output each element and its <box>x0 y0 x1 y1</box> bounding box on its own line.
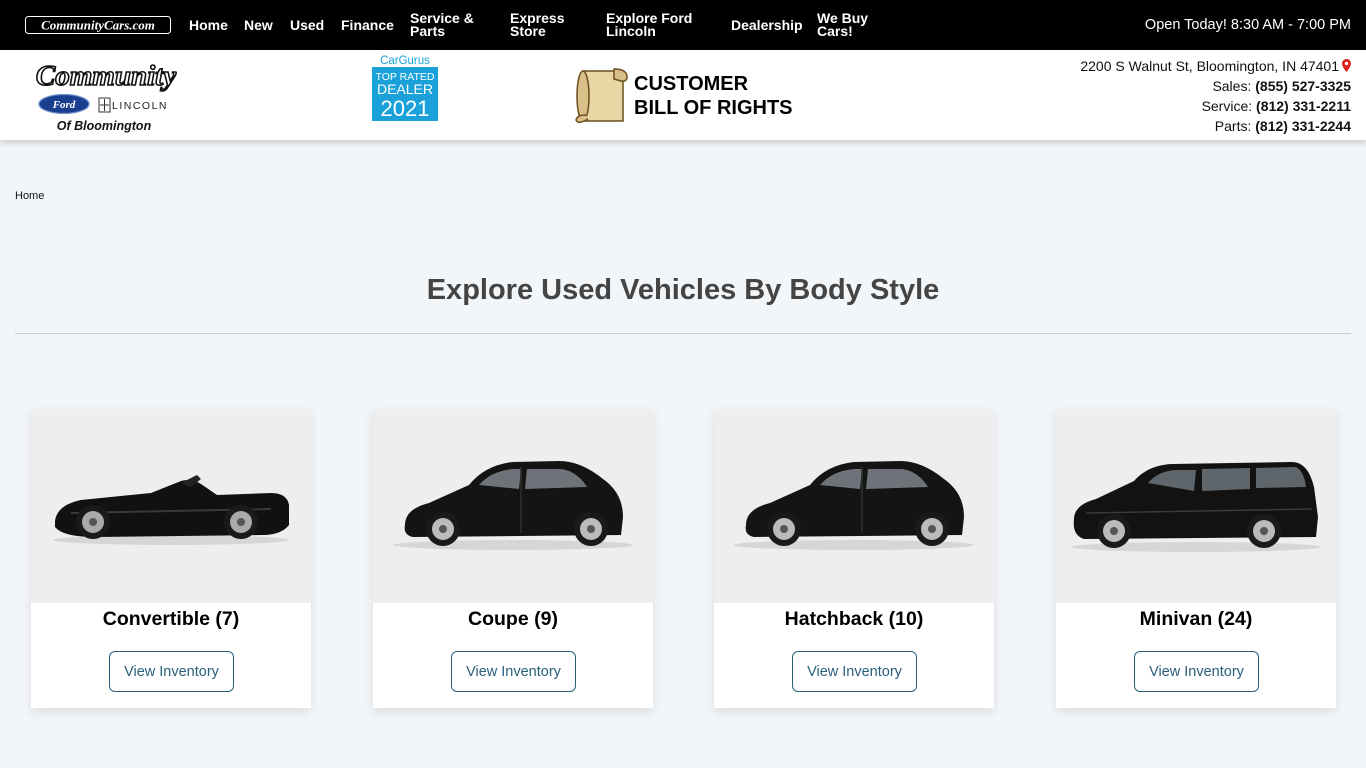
nav-service-parts-label: Service & Parts <box>410 11 474 39</box>
svg-text:Ford: Ford <box>52 99 76 111</box>
nav-express-store-line2: Store <box>510 23 546 39</box>
hatchback-image[interactable] <box>714 409 994 603</box>
convertible-title: Convertible (7) <box>102 608 240 630</box>
address-text: 2200 S Walnut St, Bloomington, IN 47401 <box>1080 58 1339 74</box>
nav-new-label: New <box>244 16 273 33</box>
nav-explore-line2: Lincoln <box>606 23 656 39</box>
parchment-scroll-icon <box>575 68 628 123</box>
map-pin-icon <box>1342 59 1351 72</box>
service-phone[interactable]: (812) 331-2211 <box>1256 98 1351 114</box>
service-phone-line[interactable]: Service: (812) 331-2211 <box>1080 96 1351 116</box>
title-divider <box>15 333 1351 334</box>
black-hatchback-car-icon <box>734 461 974 550</box>
body-style-card-coupe[interactable]: Coupe (9) View Inventory <box>373 409 653 708</box>
svg-text:2021: 2021 <box>381 96 430 121</box>
svg-text:DEALER: DEALER <box>377 81 433 97</box>
nav-dealership-label: Dealership <box>731 16 803 33</box>
black-hatchback-car-icon <box>393 461 633 550</box>
view-inventory-convertible-button[interactable]: View Inventory <box>109 651 234 692</box>
body-style-card-hatchback[interactable]: Hatchback (10) View Inventory <box>714 409 994 708</box>
svg-text:CarGurus: CarGurus <box>380 55 430 67</box>
bill-line2: BILL OF RIGHTS <box>634 97 793 119</box>
parts-label: Parts: <box>1214 118 1252 134</box>
breadcrumb-home[interactable]: Home <box>15 190 44 202</box>
nav-used-label: Used <box>290 16 325 33</box>
svg-text:CommunityCars.com: CommunityCars.com <box>41 18 155 33</box>
svg-text:Community: Community <box>36 60 176 92</box>
sales-phone-line[interactable]: Sales: (855) 527-3325 <box>1080 76 1351 96</box>
nav-express-store[interactable]: Express Store <box>510 0 564 50</box>
view-inventory-hatchback-button[interactable]: View Inventory <box>792 651 917 692</box>
hatchback-title: Hatchback (10) <box>784 608 924 630</box>
nav-finance-label: Finance <box>341 16 394 33</box>
nav-explore-ford-lincoln[interactable]: Explore Ford Lincoln <box>606 0 692 50</box>
black-convertible-car-icon <box>53 475 289 545</box>
nav-new[interactable]: New <box>244 0 273 50</box>
lincoln-star-icon <box>98 97 111 113</box>
nav-home-label: Home <box>189 16 228 33</box>
store-hours: Open Today! 8:30 AM - 7:00 PM <box>1144 17 1351 33</box>
parts-phone[interactable]: (812) 331-2244 <box>1255 118 1351 134</box>
nav-home[interactable]: Home <box>189 0 228 50</box>
nav-we-buy-line2: Cars! <box>817 23 853 39</box>
communitycars-logo[interactable]: CommunityCars.com <box>25 15 171 35</box>
svg-text:LINCOLN: LINCOLN <box>112 100 168 112</box>
bill-line1: CUSTOMER <box>634 73 749 95</box>
view-inventory-minivan-button[interactable]: View Inventory <box>1134 651 1259 692</box>
minivan-image[interactable] <box>1056 409 1336 603</box>
nav-we-buy-cars-label: We Buy Cars! <box>817 11 868 39</box>
body-style-card-minivan[interactable]: Minivan (24) View Inventory <box>1056 409 1336 708</box>
dealer-contact-info: 2200 S Walnut St, Bloomington, IN 47401 … <box>1080 56 1351 136</box>
nav-dealership[interactable]: Dealership <box>731 0 803 50</box>
nav-finance[interactable]: Finance <box>341 0 394 50</box>
nav-express-store-label: Express Store <box>510 11 564 39</box>
coupe-image[interactable] <box>373 409 653 603</box>
dealer-header: Community Ford LINCOLN Of Bloomington Ca… <box>0 50 1366 140</box>
svg-text:Of Bloomington: Of Bloomington <box>57 119 152 133</box>
top-navigation-bar: CommunityCars.com Home New Used Finance … <box>0 0 1366 50</box>
cargurus-top-rated-badge[interactable]: CarGurus TOP RATED DEALER 2021 <box>370 54 440 122</box>
convertible-image[interactable] <box>31 409 311 603</box>
coupe-title: Coupe (9) <box>468 608 558 630</box>
nav-service-parts-line2: Parts <box>410 23 446 39</box>
nav-used[interactable]: Used <box>290 0 324 50</box>
nav-we-buy-cars[interactable]: We Buy Cars! <box>817 0 868 50</box>
nav-explore-ford-lincoln-label: Explore Ford Lincoln <box>606 11 692 39</box>
bill-of-rights-text: CUSTOMER BILL OF RIGHTS <box>634 72 793 120</box>
view-inventory-coupe-button[interactable]: View Inventory <box>451 651 576 692</box>
parts-phone-line[interactable]: Parts: (812) 331-2244 <box>1080 116 1351 136</box>
customer-bill-of-rights-link[interactable]: CUSTOMER BILL OF RIGHTS <box>574 64 793 128</box>
nav-service-parts[interactable]: Service & Parts <box>410 0 474 50</box>
black-minivan-icon <box>1072 462 1320 552</box>
body-style-card-convertible[interactable]: Convertible (7) View Inventory <box>31 409 311 708</box>
minivan-title: Minivan (24) <box>1139 608 1253 630</box>
address-line[interactable]: 2200 S Walnut St, Bloomington, IN 47401 <box>1080 56 1351 76</box>
service-label: Service: <box>1201 98 1253 114</box>
community-ford-lincoln-logo[interactable]: Community Ford LINCOLN Of Bloomington <box>24 58 188 136</box>
page-title: Explore Used Vehicles By Body Style <box>426 274 940 306</box>
sales-phone[interactable]: (855) 527-3325 <box>1255 78 1351 94</box>
sales-label: Sales: <box>1212 78 1252 94</box>
